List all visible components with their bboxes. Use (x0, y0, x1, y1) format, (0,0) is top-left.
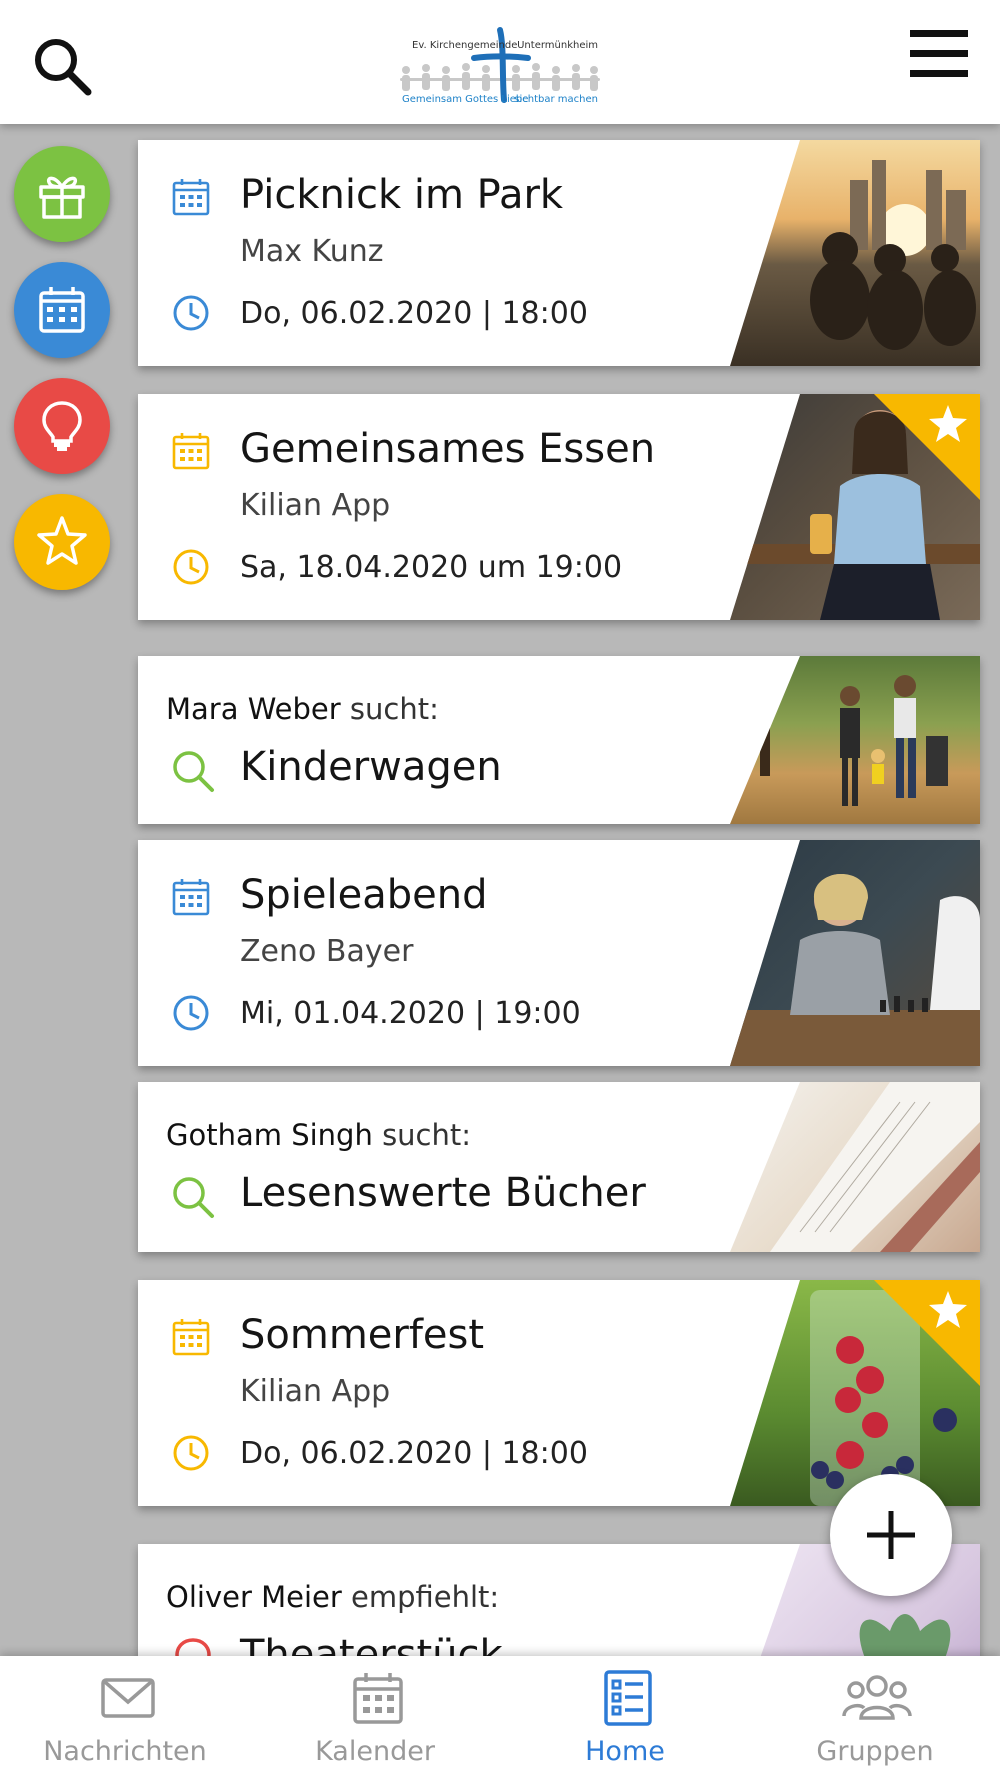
app-header: Ev. Kirchengemeinde Untermünkheim Gemein… (0, 0, 1000, 124)
user-name: Gotham Singh (166, 1118, 373, 1152)
event-card[interactable]: Gemeinsames Essen Kilian App Sa, 18.04.2… (138, 394, 980, 620)
request-title: Lesenswerte Bücher (240, 1170, 646, 1216)
event-card[interactable]: Sommerfest Kilian App Do, 06.02.2020 | 1… (138, 1280, 980, 1506)
filter-gifts-button[interactable] (14, 146, 110, 242)
clock-icon (173, 1435, 209, 1471)
logo-slogan: Gemeinsam Gottes Liebe (402, 94, 529, 105)
event-card[interactable]: Spieleabend Zeno Bayer Mi, 01.04.2020 | … (138, 840, 980, 1066)
search-button[interactable] (30, 34, 94, 98)
event-datetime: Mi, 01.04.2020 | 19:00 (240, 996, 581, 1031)
tab-kalender[interactable]: Kalender (250, 1656, 500, 1778)
tab-label: Home (585, 1736, 665, 1767)
event-organizer: Max Kunz (240, 234, 384, 269)
tab-home[interactable]: Home (500, 1656, 750, 1778)
event-image (730, 140, 980, 366)
hamburger-menu-icon (910, 30, 968, 77)
event-title: Gemeinsames Essen (240, 426, 656, 472)
clock-icon (173, 295, 209, 331)
star-icon (929, 405, 967, 442)
event-organizer: Zeno Bayer (240, 934, 414, 969)
book-photo (770, 1082, 980, 1252)
event-organizer: Kilian App (240, 1374, 391, 1409)
clock-icon (173, 995, 209, 1031)
plus-icon (867, 1511, 915, 1559)
picnic-photo (810, 160, 976, 350)
event-title: Picknick im Park (240, 172, 564, 218)
search-icon (35, 39, 92, 96)
event-title: Spieleabend (240, 872, 488, 918)
request-header: Oliver Meier empfiehlt: (166, 1580, 499, 1614)
menu-button[interactable] (908, 26, 970, 82)
gift-icon (39, 176, 85, 219)
tab-label: Kalender (315, 1736, 435, 1767)
event-card[interactable]: Picknick im Park Max Kunz Do, 06.02.2020… (138, 140, 980, 366)
calendar-icon (172, 433, 210, 470)
tab-nachrichten[interactable]: Nachrichten (0, 1656, 250, 1778)
filter-events-button[interactable] (14, 262, 110, 358)
logo-slogan: sichtbar machen (514, 94, 598, 105)
request-image (730, 1082, 980, 1252)
church-logo: Ev. Kirchengemeinde Untermünkheim Gemein… (392, 26, 608, 110)
request-header: Gotham Singh sucht: (166, 1118, 471, 1152)
filter-ideas-button[interactable] (14, 378, 110, 474)
event-organizer: Kilian App (240, 488, 391, 523)
star-icon (929, 1291, 967, 1328)
search-icon (173, 1177, 214, 1218)
event-datetime: Do, 06.02.2020 | 18:00 (240, 1436, 588, 1471)
filter-favorites-button[interactable] (14, 494, 110, 590)
search-icon (173, 751, 214, 792)
bottom-navigation: Nachrichten Kalender Home Gruppen (0, 1656, 1000, 1778)
logo-text: Untermünkheim (517, 40, 598, 51)
clock-icon (173, 549, 209, 585)
group-icon (842, 1675, 912, 1720)
request-title: Kinderwagen (240, 744, 502, 790)
calendar-icon (172, 179, 210, 216)
add-post-button[interactable] (830, 1474, 952, 1596)
family-walk-photo (760, 656, 948, 806)
request-verb: sucht: (349, 692, 439, 726)
event-image (730, 840, 980, 1066)
tab-label: Nachrichten (43, 1736, 207, 1767)
star-icon (37, 516, 87, 565)
calendar-icon (172, 1319, 210, 1356)
calendar-icon (39, 287, 85, 333)
lightbulb-icon (42, 401, 82, 451)
mail-icon (101, 1678, 155, 1718)
calendar-icon (353, 1673, 403, 1724)
request-header: Mara Weber sucht: (166, 692, 439, 726)
chess-photo (730, 873, 980, 1066)
event-datetime: Do, 06.02.2020 | 18:00 (240, 296, 588, 331)
request-verb: empfiehlt: (351, 1580, 500, 1614)
tab-gruppen[interactable]: Gruppen (750, 1656, 1000, 1778)
search-request-card[interactable]: Mara Weber sucht: Kinderwagen (138, 656, 980, 824)
calendar-icon (172, 879, 210, 916)
tab-label: Gruppen (816, 1736, 934, 1767)
event-title: Sommerfest (240, 1312, 485, 1358)
search-request-card[interactable]: Gotham Singh sucht: Lesenswerte Bücher (138, 1082, 980, 1252)
user-name: Oliver Meier (166, 1580, 342, 1614)
list-icon (604, 1670, 652, 1726)
request-verb: sucht: (382, 1118, 472, 1152)
event-datetime: Sa, 18.04.2020 um 19:00 (240, 550, 623, 585)
logo-text: Ev. Kirchengemeinde (412, 40, 518, 51)
request-image (730, 656, 980, 824)
user-name: Mara Weber (166, 692, 341, 726)
